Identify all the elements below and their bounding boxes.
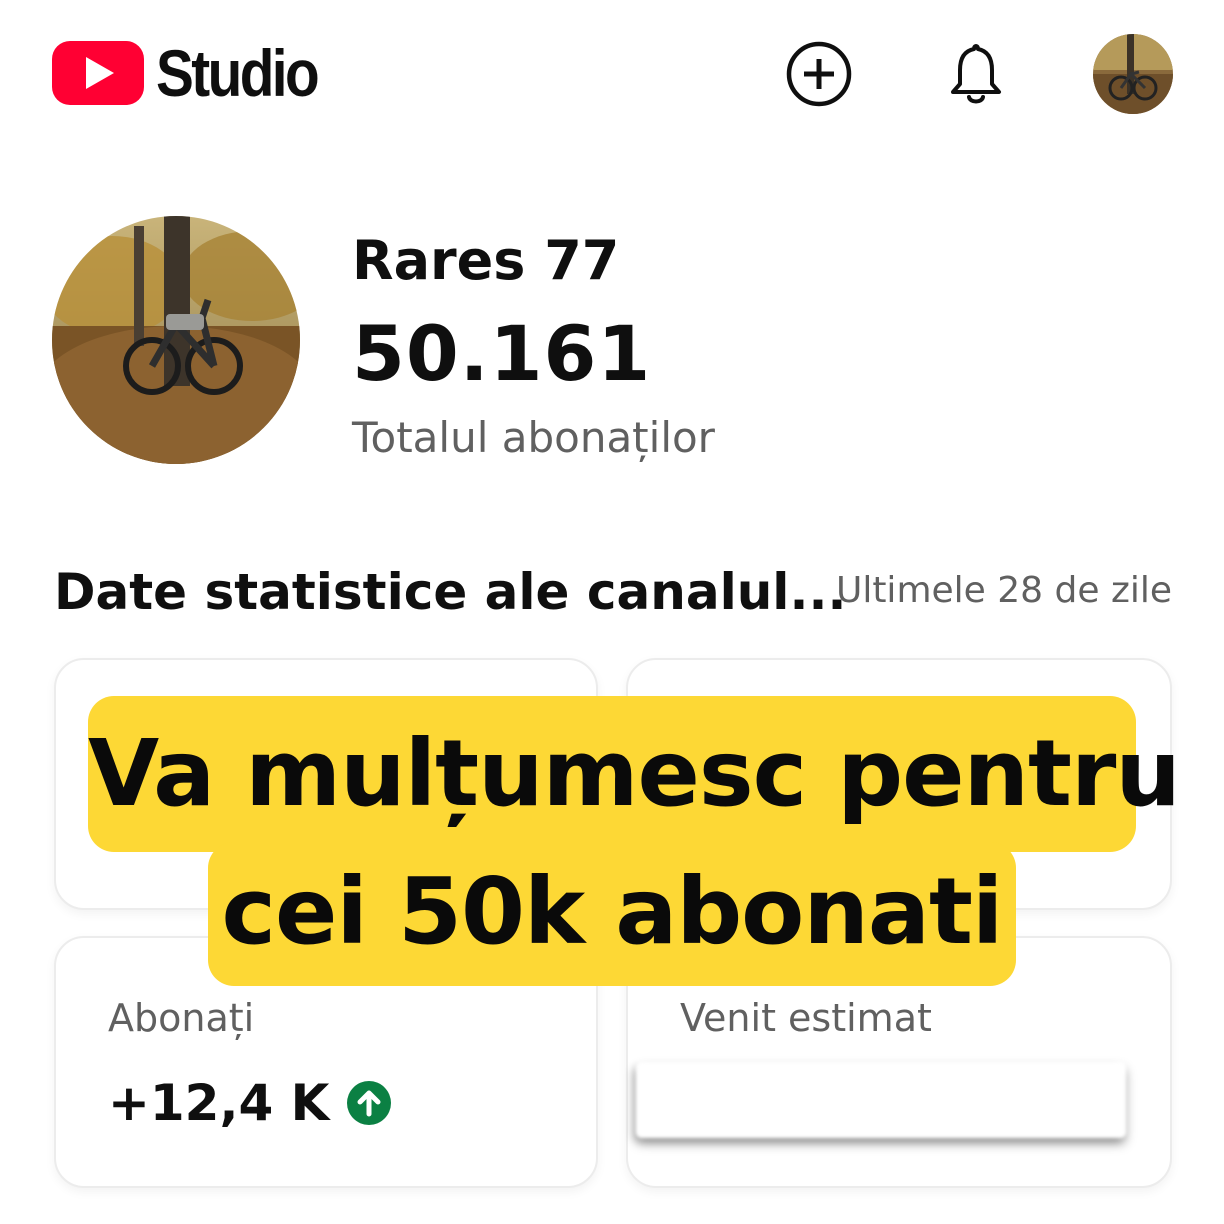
youtube-play-icon [52,41,144,105]
channel-name: Rares 77 [352,229,620,292]
subscriber-total-label: Totalul abonaților [352,413,715,462]
subscriber-total: 50.161 [352,309,652,398]
analytics-period: Ultimele 28 de zile [835,570,1172,611]
youtube-studio-logo[interactable]: Studio [52,40,343,106]
bell-icon [951,44,1001,104]
create-button[interactable] [783,38,855,110]
overlay-caption-line-2: cei 50k abonati [208,842,1016,986]
channel-avatar [52,216,300,464]
account-avatar[interactable] [1093,34,1173,114]
create-plus-icon [786,41,852,107]
notifications-button[interactable] [940,38,1012,110]
card-label: Venit estimat [680,996,932,1040]
account-photo [1093,34,1173,114]
trend-up-icon [347,1081,392,1125]
subscribers-change-value: +12,4 K [108,1074,330,1132]
card-label: Abonați [108,996,255,1040]
analytics-section-title[interactable]: Date statistice ale canalul... [54,560,846,624]
revenue-value-redacted [636,1062,1126,1138]
card-value: +12,4 K [108,1070,392,1136]
logo-text: Studio [156,36,320,110]
channel-photo [52,216,300,464]
overlay-caption-line-1: Va mulțumesc pentru [88,696,1181,852]
